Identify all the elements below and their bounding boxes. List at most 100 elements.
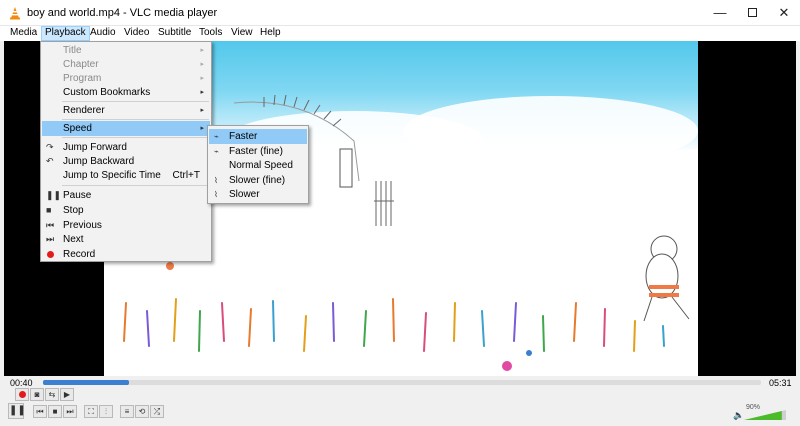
extended-settings-button[interactable]: ⫶ (99, 405, 113, 418)
menu-item-chapter[interactable]: Chapter ▸ (42, 57, 210, 72)
menu-bar: Media Playback Audio Video Subtitle Tool… (0, 26, 800, 41)
menu-item-label: Stop (63, 205, 84, 216)
shuffle-button[interactable]: ⤮ (150, 405, 164, 418)
vlc-cone-icon (10, 7, 20, 20)
playback-menu: Title ▸ Chapter ▸ Program ▸ Custom Bookm… (40, 41, 212, 262)
stop-button[interactable]: ■ (48, 405, 62, 418)
menu-item-jump-backward[interactable]: ↶ Jump Backward (42, 154, 210, 169)
menu-item-label: Chapter (63, 59, 99, 70)
menu-playback[interactable]: Playback (41, 26, 90, 41)
speaker-icon[interactable]: 🔈 (733, 410, 744, 421)
menu-item-label: Renderer (63, 105, 105, 116)
menu-tools[interactable]: Tools (196, 26, 225, 41)
menu-help[interactable]: Help (257, 26, 284, 41)
submenu-arrow-icon: ▸ (200, 61, 204, 68)
menu-separator (62, 185, 209, 186)
menu-item-normal-speed[interactable]: Normal Speed (209, 158, 307, 173)
menu-item-program[interactable]: Program ▸ (42, 71, 210, 86)
menu-item-faster[interactable]: ⌁ Faster (209, 129, 307, 144)
menu-audio[interactable]: Audio (87, 26, 119, 41)
menu-item-title[interactable]: Title ▸ (42, 43, 210, 58)
menu-item-label: Pause (63, 190, 92, 201)
seek-progress (43, 380, 130, 385)
faster-icon: ⌁ (214, 132, 219, 141)
jump-forward-icon: ↷ (46, 142, 54, 152)
menu-media[interactable]: Media (7, 26, 40, 41)
frame-step-icon: ▶ (63, 390, 71, 399)
menu-item-label: Faster (fine) (229, 146, 283, 157)
menu-item-renderer[interactable]: Renderer ▸ (42, 103, 210, 118)
menu-item-jump-to-specific-time[interactable]: Jump to Specific Time Ctrl+T (42, 168, 210, 183)
menu-item-label: Jump to Specific Time (63, 170, 161, 181)
next-icon: ⏭ (66, 407, 74, 416)
snapshot-button[interactable]: ◙ (30, 388, 44, 401)
menu-item-label: Jump Forward (63, 142, 127, 153)
menu-item-label: Slower (fine) (229, 175, 286, 186)
menu-subtitle[interactable]: Subtitle (155, 26, 194, 41)
menu-item-speed[interactable]: Speed ▸ (42, 121, 210, 136)
menu-item-label: Program (63, 73, 102, 84)
loop-icon: ⟲ (138, 407, 146, 416)
previous-button[interactable]: ⏮ (33, 405, 47, 418)
ab-loop-icon: ⇆ (48, 390, 56, 399)
menu-item-next[interactable]: ⏭ Next (42, 232, 210, 247)
loop-button[interactable]: ⟲ (135, 405, 149, 418)
jump-backward-icon: ↶ (46, 156, 54, 166)
record-button-toolbar[interactable] (15, 388, 29, 401)
menu-item-faster-fine[interactable]: ⌁ Faster (fine) (209, 144, 307, 159)
menu-separator (62, 137, 209, 138)
slower-fine-icon: ⌇ (214, 176, 218, 185)
menu-item-jump-forward[interactable]: ↷ Jump Forward (42, 140, 210, 155)
fullscreen-button[interactable]: ⛶ (84, 405, 98, 418)
fullscreen-icon: ⛶ (88, 407, 94, 416)
minimize-icon: — (713, 5, 727, 20)
menu-item-previous[interactable]: ⏮ Previous (42, 218, 210, 233)
pause-button[interactable]: ❚❚ (8, 403, 26, 419)
shuffle-icon: ⤮ (153, 407, 161, 416)
menu-item-slower-fine[interactable]: ⌇ Slower (fine) (209, 173, 307, 188)
minimize-button[interactable]: — (704, 0, 736, 26)
previous-icon: ⏮ (46, 220, 55, 230)
menu-item-shortcut: Ctrl+T (172, 170, 201, 181)
speed-submenu: ⌁ Faster ⌁ Faster (fine) Normal Speed ⌇ … (207, 125, 309, 204)
close-button[interactable]: ✕ (768, 0, 800, 26)
menu-item-label: Jump Backward (63, 156, 135, 167)
menu-item-slower[interactable]: ⌇ Slower (209, 187, 307, 202)
submenu-arrow-icon: ▸ (200, 75, 204, 82)
total-time: 05:31 (769, 378, 792, 388)
menu-item-label: Previous (63, 220, 102, 231)
menu-item-pause[interactable]: ❚❚ Pause (42, 188, 210, 203)
menu-item-stop[interactable]: ■ Stop (42, 203, 210, 218)
stop-icon: ■ (52, 407, 58, 416)
menu-video[interactable]: Video (121, 26, 152, 41)
controls-bar: 00:40 05:31 ◙ ⇆ ▶ ❚❚ ⏮ ■ ⏭ ⛶ ⫶ ≡ ⟲ ⤮ 🔈 9… (0, 376, 800, 426)
menu-item-label: Slower (229, 189, 260, 200)
faster-fine-icon: ⌁ (214, 147, 219, 156)
next-button[interactable]: ⏭ (63, 405, 77, 418)
submenu-arrow-icon: ▸ (200, 107, 204, 114)
camera-icon: ◙ (34, 390, 40, 399)
menu-item-label: Custom Bookmarks (63, 87, 151, 98)
seek-slider[interactable] (43, 380, 761, 385)
menu-item-label: Title (63, 45, 82, 56)
record-icon (47, 251, 54, 258)
maximize-icon (747, 8, 757, 18)
menu-item-record[interactable]: Record (42, 247, 210, 262)
volume-slider[interactable] (744, 410, 786, 420)
current-time: 00:40 (10, 378, 33, 388)
stop-icon: ■ (46, 205, 52, 215)
submenu-arrow-icon: ▸ (200, 47, 204, 54)
loop-ab-button[interactable]: ⇆ (45, 388, 59, 401)
frame-step-button[interactable]: ▶ (60, 388, 74, 401)
slower-icon: ⌇ (214, 190, 218, 199)
pause-icon: ❚❚ (9, 405, 26, 416)
menu-item-custom-bookmarks[interactable]: Custom Bookmarks ▸ (42, 85, 210, 100)
submenu-arrow-icon: ▸ (200, 125, 204, 132)
menu-item-label: Faster (229, 131, 258, 142)
close-icon: ✕ (778, 5, 790, 20)
window-title: boy and world.mp4 - VLC media player (27, 7, 218, 19)
maximize-button[interactable] (736, 0, 768, 26)
menu-item-label: Normal Speed (229, 160, 293, 171)
menu-view[interactable]: View (228, 26, 256, 41)
playlist-button[interactable]: ≡ (120, 405, 134, 418)
